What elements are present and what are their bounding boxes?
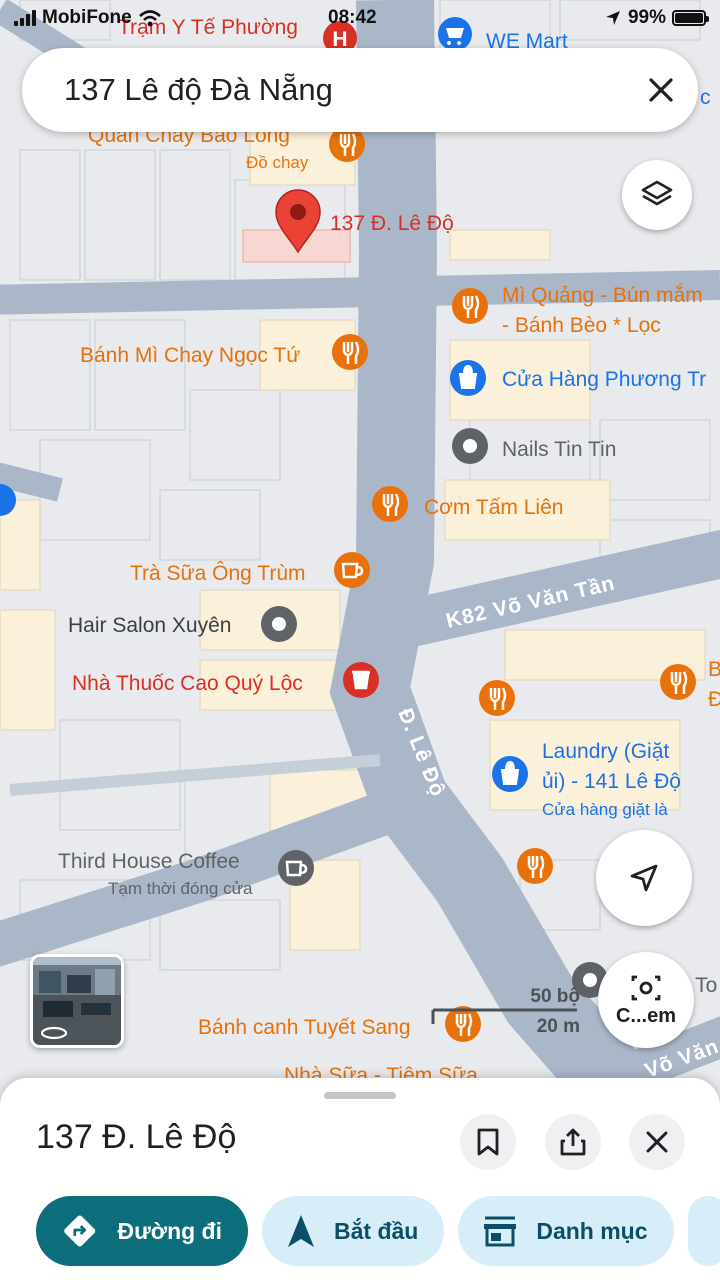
place-title: 137 Đ. Lê Độ xyxy=(36,1118,237,1156)
status-left: MobiFone xyxy=(14,7,162,29)
poi-label: Bánh canh Tuyết Sang xyxy=(198,1016,411,1039)
place-icon xyxy=(583,973,597,987)
store-icon xyxy=(484,1216,517,1247)
rotate-360-icon xyxy=(40,1026,68,1040)
pharmacy-icon xyxy=(352,670,370,690)
poi-sublabel: Đồ chay xyxy=(246,153,309,172)
place-icon xyxy=(463,439,477,453)
poi-label: Mì Quảng - Bún mắm xyxy=(502,284,703,307)
poi-label: Third House Coffee xyxy=(58,850,240,873)
edge-label: Đ xyxy=(708,688,720,711)
search-bar[interactable]: 137 Lê độ Đà Nẵng xyxy=(22,48,698,132)
navigation-arrow-icon xyxy=(288,1215,314,1247)
clock: 08:42 xyxy=(328,7,377,28)
close-icon xyxy=(646,1131,668,1153)
place-bottom-sheet[interactable]: 137 Đ. Lê Độ Đường đi Bắt đầu Danh mục xyxy=(0,1078,720,1280)
street-view-thumbnail[interactable] xyxy=(30,954,124,1048)
share-button[interactable] xyxy=(545,1114,601,1170)
action-chips: Đường đi Bắt đầu Danh mục xyxy=(36,1196,720,1266)
my-location-button[interactable] xyxy=(596,830,692,926)
poi-label: Nails Tin Tin xyxy=(502,438,616,461)
layers-icon xyxy=(641,180,673,206)
location-arrow-icon xyxy=(605,11,620,25)
close-icon xyxy=(649,78,673,102)
poi-label: Hair Salon Xuyên xyxy=(68,614,231,637)
edge-label: c xyxy=(700,86,711,109)
sheet-drag-handle[interactable] xyxy=(324,1092,396,1099)
directions-button[interactable]: Đường đi xyxy=(36,1196,248,1266)
poi-restaurant-lower[interactable] xyxy=(517,848,553,884)
save-button[interactable] xyxy=(460,1114,516,1170)
close-sheet-button[interactable] xyxy=(629,1114,685,1170)
clear-search-button[interactable] xyxy=(646,75,676,105)
poi-sublabel: Cửa hàng giặt là xyxy=(542,800,668,819)
poi-label: Laundry (Giặt xyxy=(542,740,669,763)
status-right: 99% xyxy=(604,7,709,29)
poi-sublabel: Tạm thời đóng cửa xyxy=(108,879,253,898)
category-label: Danh mục xyxy=(536,1217,648,1244)
scale-metric: 20 m xyxy=(536,1016,580,1037)
navigation-arrow-icon xyxy=(630,864,658,892)
battery-level xyxy=(675,13,703,23)
camera-search-button[interactable]: C...em xyxy=(598,952,694,1048)
category-button[interactable]: Danh mục xyxy=(458,1196,674,1266)
poi-label: Nhà Thuốc Cao Quý Lộc xyxy=(72,672,303,695)
directions-icon xyxy=(64,1215,96,1247)
map-scale: 50 bộ 20 m xyxy=(430,986,580,1040)
status-bar: MobiFone 08:42 99% xyxy=(0,0,720,36)
edge-label: B xyxy=(708,658,720,681)
search-input[interactable]: 137 Lê độ Đà Nẵng xyxy=(64,72,646,108)
poi-label: Cơm Tấm Liên xyxy=(424,496,563,519)
signal-icon xyxy=(14,10,36,26)
layers-button[interactable] xyxy=(622,160,692,230)
directions-label: Đường đi xyxy=(117,1217,222,1244)
poi-label-line2: - Bánh Bèo * Lọc xyxy=(502,314,661,337)
wifi-icon xyxy=(138,10,161,27)
carrier-name: MobiFone xyxy=(42,7,132,28)
start-button[interactable]: Bắt đầu xyxy=(262,1196,445,1266)
camera-button-label: C...em xyxy=(615,1004,677,1027)
poi-restaurant-k82[interactable] xyxy=(479,680,515,716)
more-chip[interactable] xyxy=(687,1196,720,1266)
start-label: Bắt đầu xyxy=(334,1217,419,1244)
battery-percent: 99% xyxy=(627,7,666,28)
share-icon xyxy=(560,1128,586,1156)
poi-label: Bánh Mì Chay Ngọc Tứ xyxy=(80,344,300,367)
bookmark-icon xyxy=(477,1128,499,1156)
poi-label: Cửa Hàng Phương Tr xyxy=(502,368,706,391)
place-icon xyxy=(272,617,286,631)
poi-label-line2: ủi) - 141 Lê Độ xyxy=(542,770,681,793)
camera-icon xyxy=(631,975,661,1000)
poi-label: Trà Sữa Ông Trùm xyxy=(130,562,306,585)
battery-icon xyxy=(672,10,709,26)
pin-label: 137 Đ. Lê Độ xyxy=(330,212,454,235)
